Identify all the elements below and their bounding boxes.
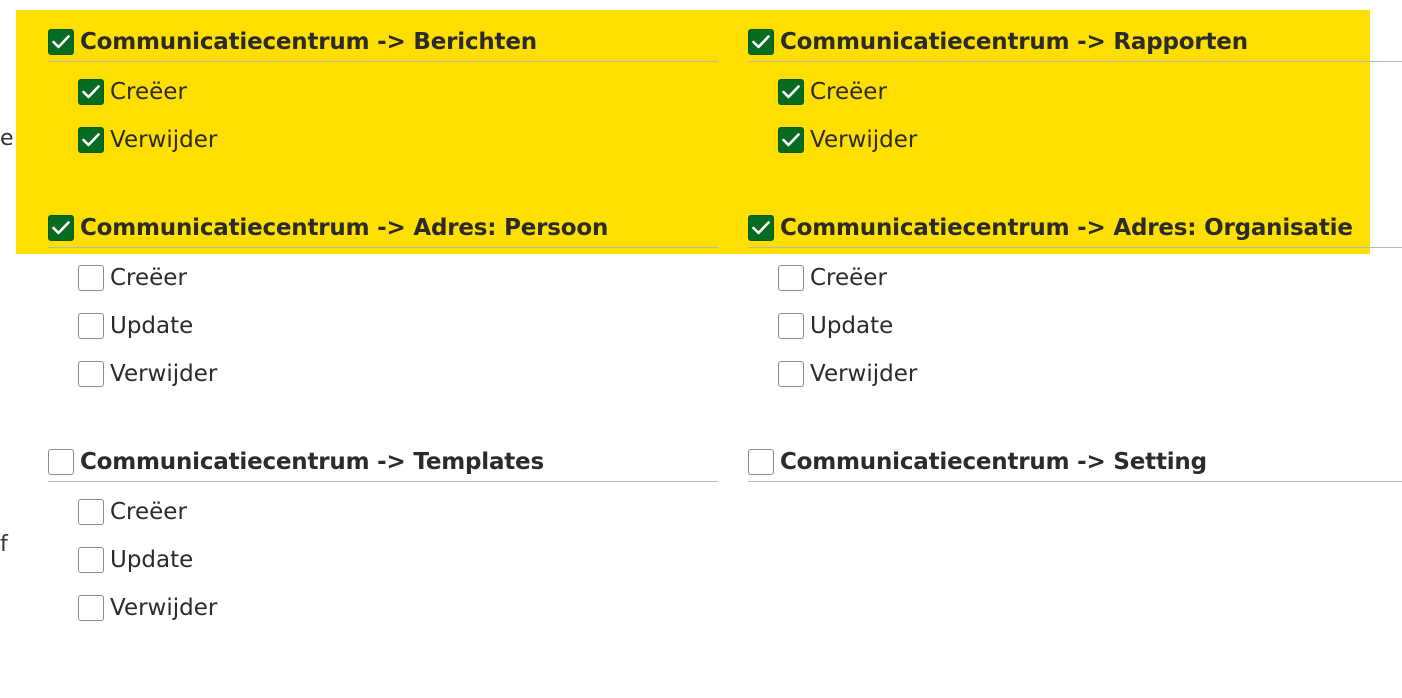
item-checkbox[interactable] — [78, 361, 104, 387]
check-icon — [52, 34, 70, 48]
permission-group-berichten: Communicatiecentrum -> Berichten Creëer … — [48, 22, 718, 164]
check-icon — [782, 133, 800, 147]
group-checkbox[interactable] — [48, 448, 74, 475]
group-title: Communicatiecentrum -> Berichten — [80, 28, 537, 55]
permission-item: Creëer — [778, 68, 1402, 116]
item-checkbox[interactable] — [78, 313, 104, 339]
permission-item: Creëer — [78, 254, 718, 302]
permission-item: Update — [778, 302, 1402, 350]
check-icon — [752, 34, 770, 48]
item-checkbox[interactable] — [78, 79, 104, 105]
group-header: Communicatiecentrum -> Setting — [748, 442, 1402, 482]
group-title: Communicatiecentrum -> Templates — [80, 448, 544, 475]
permission-group-rapporten: Communicatiecentrum -> Rapporten Creëer … — [748, 22, 1402, 164]
group-header: Communicatiecentrum -> Rapporten — [748, 22, 1402, 62]
permission-item: Creëer — [78, 68, 718, 116]
item-checkbox[interactable] — [78, 127, 104, 153]
permission-item: Verwijder — [78, 350, 718, 398]
group-checkbox[interactable] — [48, 28, 74, 55]
item-checkbox[interactable] — [778, 79, 804, 105]
item-label: Creëer — [110, 79, 187, 105]
group-checkbox[interactable] — [748, 214, 774, 241]
permission-item: Verwijder — [78, 584, 718, 632]
item-label: Verwijder — [110, 127, 218, 153]
item-checkbox[interactable] — [78, 595, 104, 621]
permission-group-adres-organisatie: Communicatiecentrum -> Adres: Organisati… — [748, 208, 1402, 398]
group-header: Communicatiecentrum -> Berichten — [48, 22, 718, 62]
group-title: Communicatiecentrum -> Setting — [780, 448, 1207, 475]
group-header: Communicatiecentrum -> Templates — [48, 442, 718, 482]
group-header: Communicatiecentrum -> Adres: Persoon — [48, 208, 718, 248]
clipped-text-fragment: e — [0, 126, 14, 151]
permission-group-templates: Communicatiecentrum -> Templates Creëer … — [48, 442, 718, 632]
item-label: Update — [110, 547, 194, 573]
permission-group-adres-persoon: Communicatiecentrum -> Adres: Persoon Cr… — [48, 208, 718, 398]
check-icon — [52, 220, 70, 234]
group-checkbox[interactable] — [48, 214, 74, 241]
group-checkbox[interactable] — [748, 448, 774, 475]
permission-item: Verwijder — [778, 350, 1402, 398]
group-title: Communicatiecentrum -> Adres: Persoon — [80, 214, 609, 241]
permission-item: Update — [78, 302, 718, 350]
group-title: Communicatiecentrum -> Rapporten — [780, 28, 1248, 55]
permission-item: Creëer — [78, 488, 718, 536]
check-icon — [752, 220, 770, 234]
check-icon — [82, 85, 100, 99]
permission-item: Update — [78, 536, 718, 584]
item-checkbox[interactable] — [778, 313, 804, 339]
item-checkbox[interactable] — [778, 361, 804, 387]
item-label: Creëer — [110, 265, 187, 291]
item-checkbox[interactable] — [778, 265, 804, 291]
permission-item: Verwijder — [778, 116, 1402, 164]
group-title: Communicatiecentrum -> Adres: Organisati… — [780, 214, 1353, 241]
check-icon — [782, 85, 800, 99]
item-label: Verwijder — [810, 361, 918, 387]
permission-group-setting: Communicatiecentrum -> Setting — [748, 442, 1402, 482]
permission-item: Verwijder — [78, 116, 718, 164]
clipped-text-fragment: f — [0, 532, 8, 557]
item-label: Update — [110, 313, 194, 339]
group-checkbox[interactable] — [748, 28, 774, 55]
item-checkbox[interactable] — [778, 127, 804, 153]
item-label: Creëer — [810, 265, 887, 291]
group-header: Communicatiecentrum -> Adres: Organisati… — [748, 208, 1402, 248]
item-label: Verwijder — [110, 361, 218, 387]
item-label: Verwijder — [110, 595, 218, 621]
item-checkbox[interactable] — [78, 265, 104, 291]
item-checkbox[interactable] — [78, 499, 104, 525]
item-label: Update — [810, 313, 894, 339]
item-label: Creëer — [810, 79, 887, 105]
check-icon — [82, 133, 100, 147]
item-checkbox[interactable] — [78, 547, 104, 573]
item-label: Verwijder — [810, 127, 918, 153]
permission-item: Creëer — [778, 254, 1402, 302]
item-label: Creëer — [110, 499, 187, 525]
